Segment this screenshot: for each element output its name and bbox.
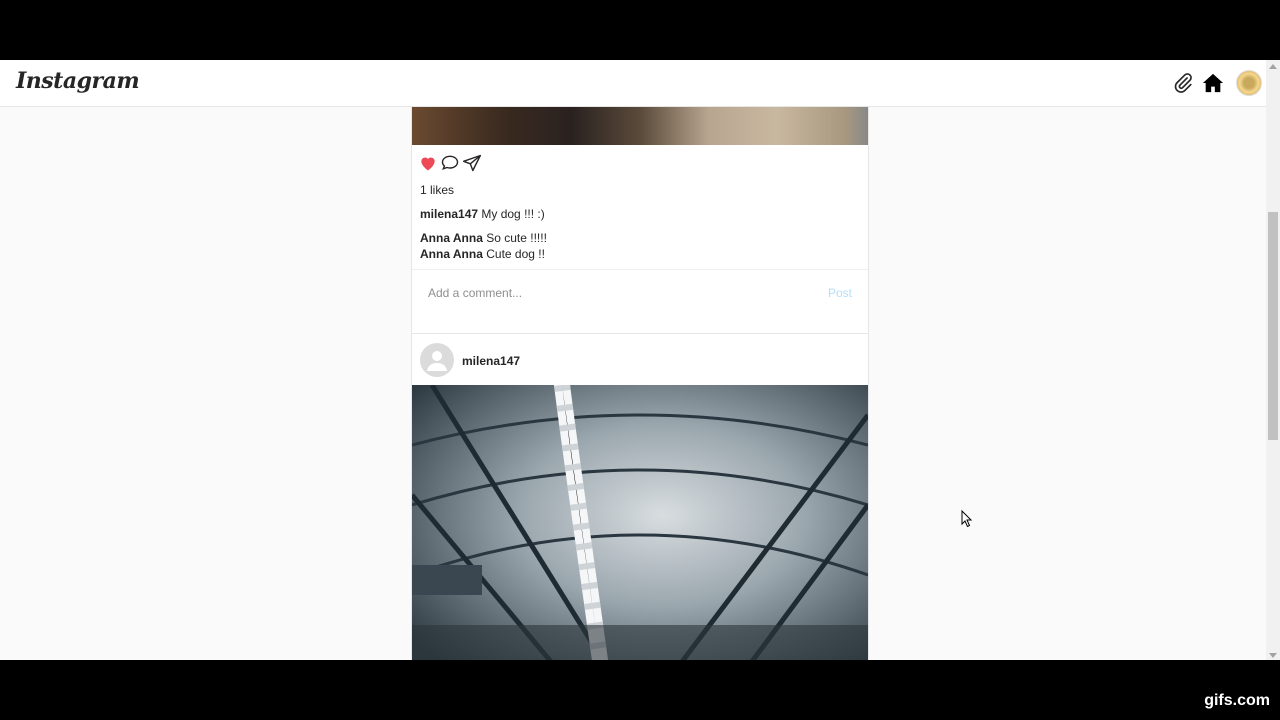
default-avatar-icon [427,351,447,371]
comment-icon[interactable] [440,153,460,173]
vertical-scrollbar[interactable] [1266,60,1280,660]
scroll-up-arrow-icon[interactable] [1269,64,1277,69]
comment-input[interactable]: Add a comment... [428,286,522,300]
profile-avatar[interactable] [1236,70,1262,96]
paperclip-icon[interactable] [1172,72,1194,94]
likes-count: 1 likes [420,183,455,197]
comment-text: So cute !!!!! [482,231,547,245]
comment-item: Anna Anna So cute !!!!! [420,231,547,245]
comment-text: Cute dog !! [482,247,545,261]
post-image [412,107,868,145]
user-avatar[interactable] [420,343,454,377]
instagram-logo[interactable]: Instagram [16,68,140,94]
heart-icon[interactable] [418,153,438,173]
post-image [412,385,868,660]
post-username[interactable]: milena147 [462,354,520,368]
scrollbar-thumb[interactable] [1268,212,1278,440]
browser-viewport: Instagram 1 likes milena147 My dog !!! :… [0,60,1280,660]
home-icon[interactable] [1202,72,1224,94]
caption-username[interactable]: milena147 [420,207,478,221]
watermark-label: gifs.com [1204,692,1270,709]
scroll-down-arrow-icon[interactable] [1269,653,1277,658]
comment-item: Anna Anna Cute dog !! [420,247,545,261]
post-comment-button[interactable]: Post [828,286,852,300]
comment-username[interactable]: Anna Anna [420,231,483,245]
mouse-cursor-icon [961,510,973,528]
post-caption: milena147 My dog !!! :) [420,207,545,221]
comment-username[interactable]: Anna Anna [420,247,483,261]
top-navbar: Instagram [0,60,1266,107]
divider [412,269,868,270]
post-card: milena147 [411,333,869,660]
share-icon[interactable] [462,153,482,173]
post-card: 1 likes milena147 My dog !!! :) Anna Ann… [411,107,869,364]
caption-text: My dog !!! :) [478,207,545,221]
tunnel-photo [412,385,868,660]
